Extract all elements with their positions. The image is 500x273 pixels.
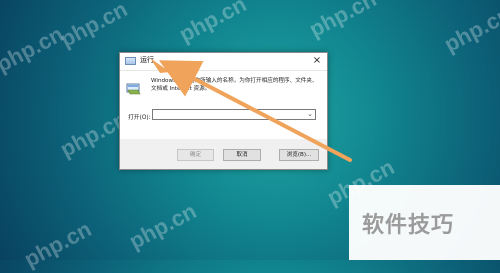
tips-badge-text: 软件技巧 <box>362 213 455 238</box>
run-dialog: 运行 × Windows 将根据你所输入的名称，为你打开相应的程序、文件夹、文档… <box>119 52 328 170</box>
run-program-icon <box>126 83 141 95</box>
open-label: 打开(O): <box>128 115 151 121</box>
run-icon <box>125 57 136 65</box>
chevron-down-icon[interactable]: ⌄ <box>307 110 313 119</box>
watermark: php.cn <box>175 0 251 48</box>
watermark: php.cn <box>0 21 68 78</box>
open-input[interactable]: ⌄ <box>152 109 316 120</box>
watermark: php.cn <box>56 0 132 53</box>
watermark: php.cn <box>125 198 201 255</box>
watermark: php.cn <box>20 216 96 273</box>
browse-button[interactable]: 浏览(B)... <box>279 149 319 161</box>
dialog-titlebar[interactable]: 运行 × <box>120 53 327 71</box>
close-button[interactable]: × <box>311 55 323 67</box>
dialog-title: 运行 <box>140 56 154 64</box>
dialog-description: Windows 将根据你所输入的名称，为你打开相应的程序、文件夹、文档或 Int… <box>151 78 318 92</box>
watermark: php.cn <box>440 1 500 58</box>
watermark: php.cn <box>305 0 381 43</box>
cancel-button[interactable]: 取消 <box>223 149 261 161</box>
ok-button[interactable]: 确定 <box>177 149 214 161</box>
